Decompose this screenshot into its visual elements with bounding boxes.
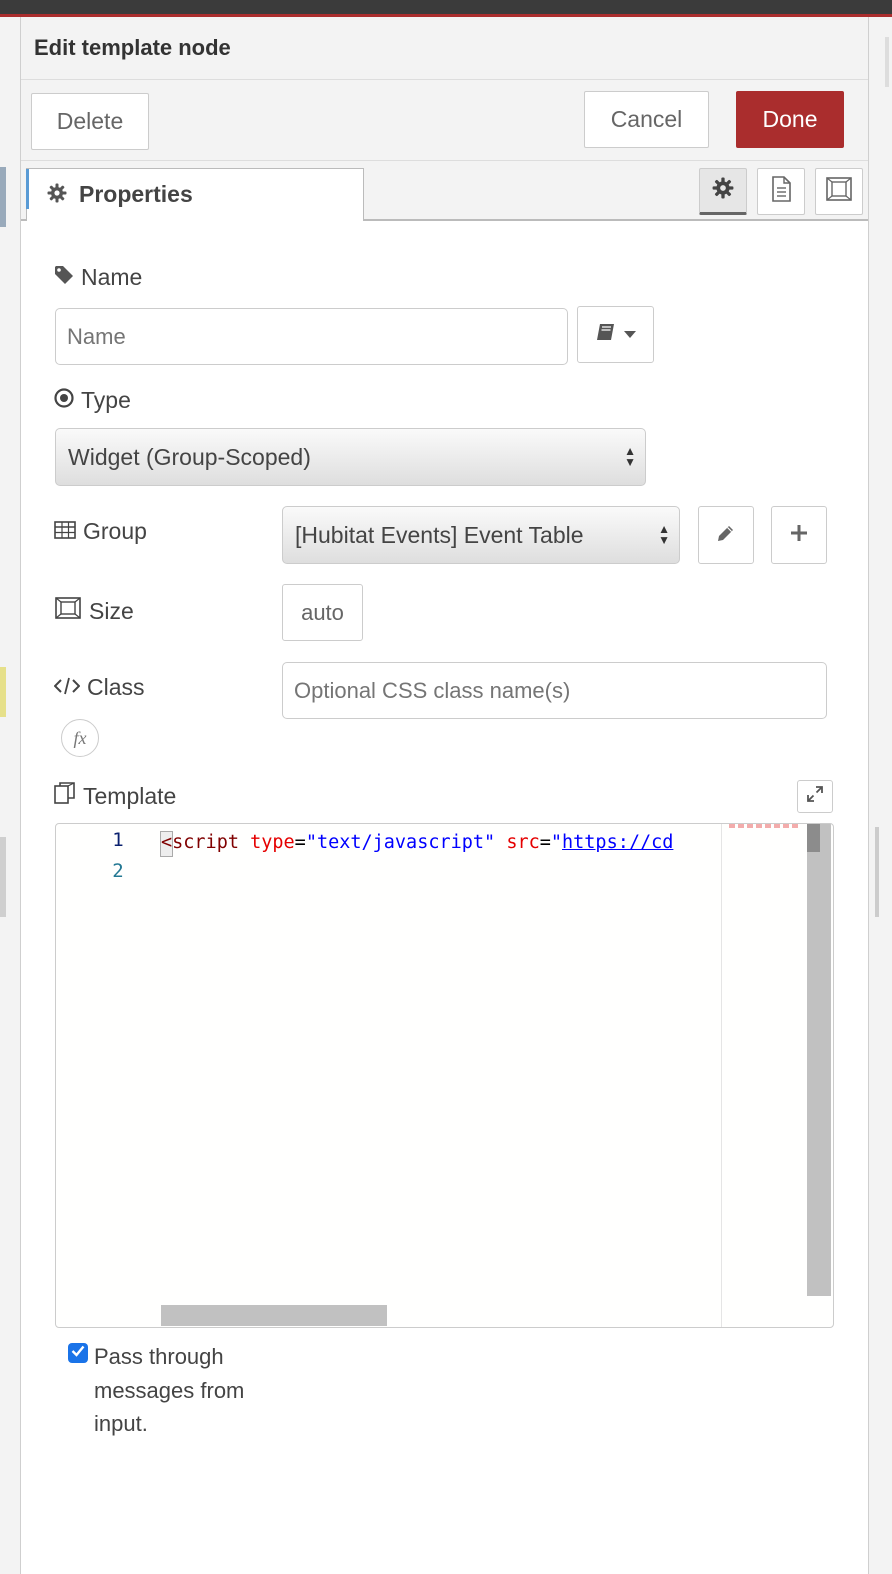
code-link[interactable]: https://cd bbox=[562, 832, 673, 853]
code-token: src bbox=[506, 832, 540, 853]
code-token: " bbox=[550, 832, 563, 853]
plus-icon bbox=[790, 524, 808, 547]
tab-bar: Properties bbox=[21, 161, 868, 221]
done-button[interactable]: Done bbox=[736, 91, 844, 148]
template-code-editor[interactable]: 1 2 <script type="text/javascript" src="… bbox=[55, 823, 834, 1328]
type-select-value: Widget (Group-Scoped) bbox=[68, 443, 311, 470]
description-tab-button[interactable] bbox=[757, 168, 805, 215]
edit-group-button[interactable] bbox=[698, 506, 754, 564]
edit-tray: Edit template node Delete Cancel Done Pr… bbox=[20, 17, 869, 1574]
size-label-row: Size bbox=[54, 596, 134, 626]
code-token: < bbox=[161, 832, 173, 853]
tray-toolbar: Delete Cancel Done bbox=[21, 80, 868, 161]
clipboard-icon bbox=[54, 782, 76, 810]
group-select-value: [Hubitat Events] Event Table bbox=[295, 521, 584, 548]
horizontal-scrollbar[interactable] bbox=[161, 1305, 387, 1326]
line-number: 1 bbox=[112, 829, 124, 851]
name-input[interactable] bbox=[55, 308, 568, 365]
dialog-title: Edit template node bbox=[34, 35, 231, 60]
code-line-1: <script type="text/javascript" src="http… bbox=[161, 832, 721, 853]
table-icon bbox=[54, 518, 76, 545]
code-token: = bbox=[539, 832, 551, 853]
radio-icon bbox=[54, 387, 74, 414]
book-icon bbox=[596, 323, 616, 346]
name-label: Name bbox=[81, 264, 143, 290]
caret-down-icon bbox=[623, 326, 636, 344]
tray-header: Edit template node bbox=[21, 17, 868, 80]
add-group-button[interactable] bbox=[771, 506, 827, 564]
size-button[interactable]: auto bbox=[282, 584, 363, 641]
tab-active-indicator bbox=[26, 169, 29, 209]
library-menu-button[interactable] bbox=[577, 306, 654, 363]
passthru-checkbox[interactable] bbox=[68, 1343, 88, 1363]
code-token: type bbox=[250, 832, 295, 853]
delete-button[interactable]: Delete bbox=[31, 93, 149, 150]
fx-button[interactable]: fx bbox=[61, 719, 99, 757]
select-arrows-icon: ▲ ▼ bbox=[624, 444, 636, 469]
line-number: 2 bbox=[112, 860, 124, 882]
vertical-scrollbar[interactable] bbox=[807, 824, 831, 1296]
cancel-button[interactable]: Cancel bbox=[584, 91, 709, 148]
checkmark-icon bbox=[71, 1344, 85, 1362]
class-label-row: Class bbox=[53, 674, 145, 701]
name-label-row: Name bbox=[54, 264, 142, 291]
code-token: script bbox=[172, 832, 239, 853]
minimap bbox=[729, 824, 799, 828]
class-input[interactable] bbox=[282, 662, 827, 719]
expand-icon bbox=[806, 785, 824, 808]
group-label-row: Group bbox=[54, 518, 147, 545]
appearance-tab-button[interactable] bbox=[815, 168, 863, 215]
type-label-row: Type bbox=[54, 387, 131, 414]
template-label-row: Template bbox=[54, 782, 176, 810]
tag-icon bbox=[54, 264, 74, 291]
editor-ruler bbox=[721, 824, 722, 1327]
pencil-icon bbox=[717, 524, 735, 547]
type-label: Type bbox=[81, 387, 131, 413]
top-header-bar bbox=[0, 0, 892, 14]
settings-tab-button[interactable] bbox=[699, 168, 747, 215]
code-token: "text/javascript" bbox=[305, 832, 496, 853]
passthru-label: Pass through messages from input. bbox=[94, 1344, 245, 1436]
class-label: Class bbox=[87, 674, 145, 700]
template-label: Template bbox=[83, 782, 177, 809]
expand-editor-button[interactable] bbox=[797, 780, 833, 813]
gear-icon bbox=[712, 177, 734, 204]
gear-icon bbox=[47, 183, 67, 208]
document-icon bbox=[770, 176, 792, 207]
group-select[interactable]: [Hubitat Events] Event Table ▲ ▼ bbox=[282, 506, 680, 564]
size-icon bbox=[54, 596, 82, 626]
workspace-left-edge bbox=[0, 17, 20, 1574]
tab-properties[interactable]: Properties bbox=[26, 168, 364, 221]
appearance-icon bbox=[825, 176, 853, 207]
tab-properties-label: Properties bbox=[79, 181, 193, 207]
workspace-right-edge bbox=[868, 17, 892, 1574]
select-arrows-icon: ▲ ▼ bbox=[658, 522, 670, 547]
vertical-scrollbar-thumb[interactable] bbox=[807, 824, 820, 852]
code-token: = bbox=[294, 832, 306, 853]
type-select[interactable]: Widget (Group-Scoped) ▲ ▼ bbox=[55, 428, 646, 486]
size-label: Size bbox=[89, 597, 134, 624]
group-label: Group bbox=[83, 518, 147, 544]
code-icon bbox=[53, 674, 81, 701]
